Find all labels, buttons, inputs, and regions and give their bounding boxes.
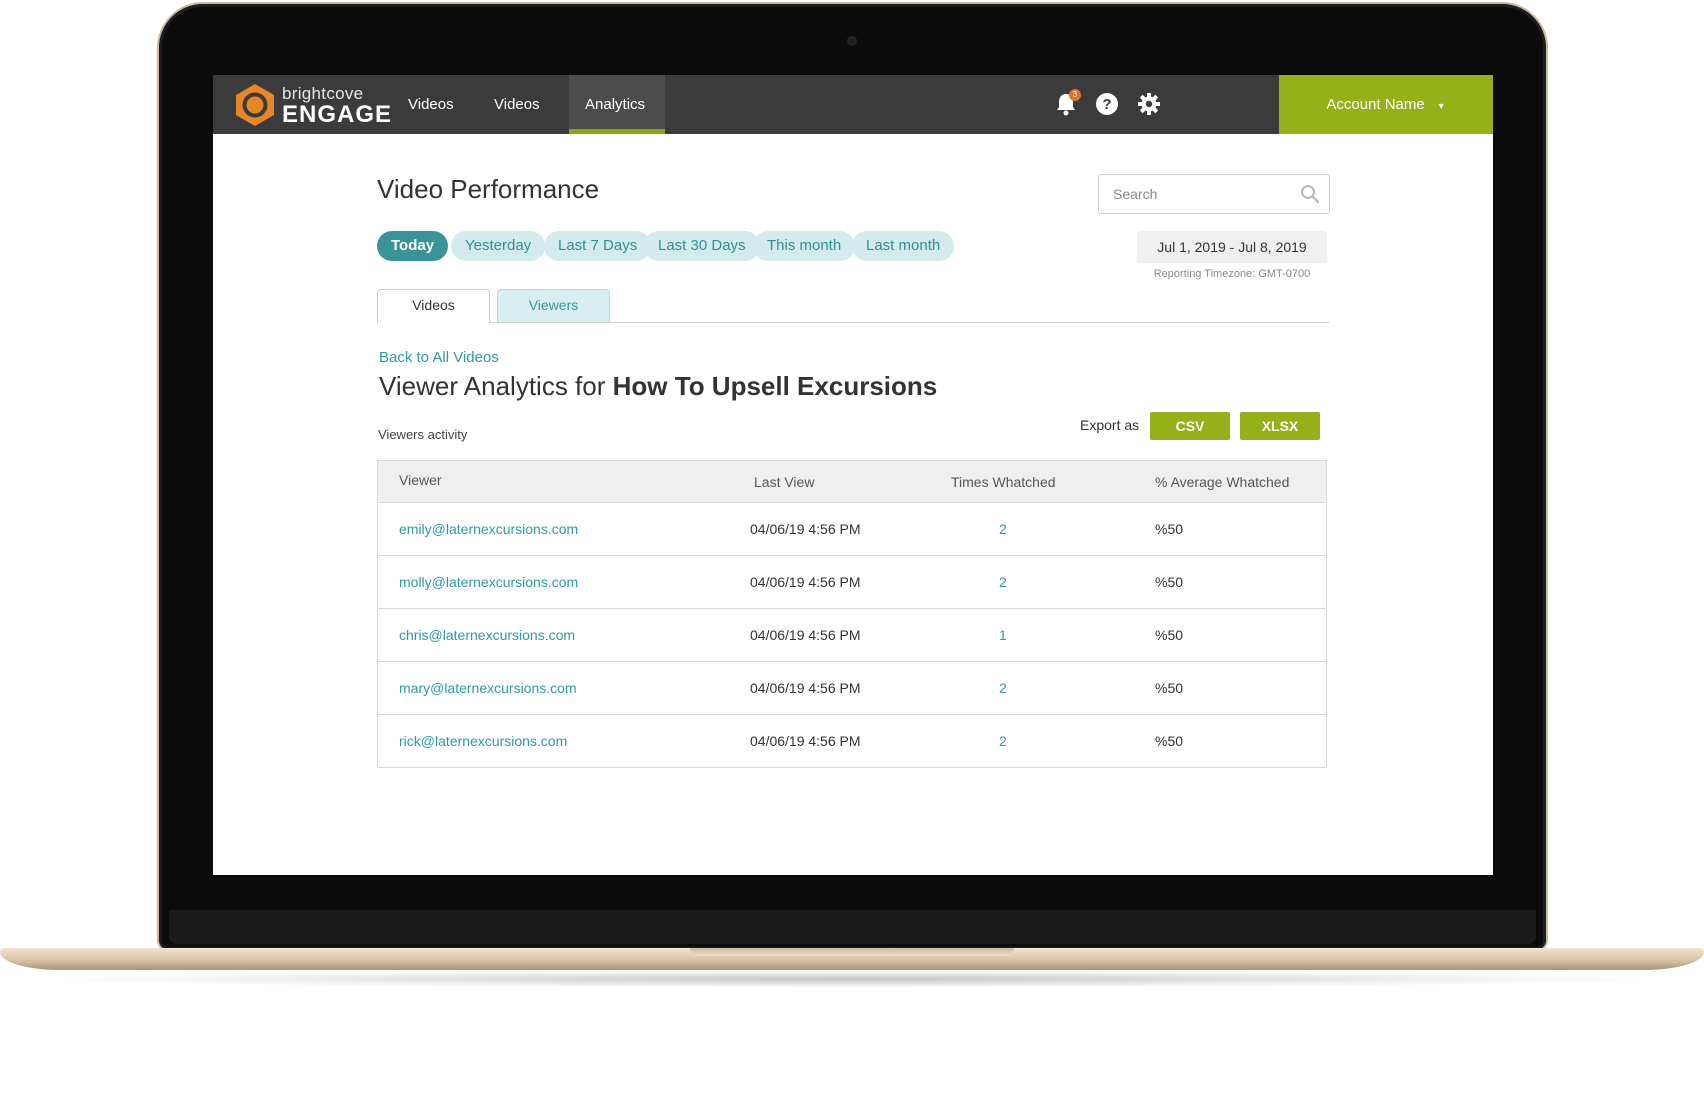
times-watched-link[interactable]: 2 (999, 574, 1007, 590)
viewer-analytics-heading: Viewer Analytics for How To Upsell Excur… (379, 371, 937, 402)
nav-item-analytics[interactable]: Analytics (569, 75, 665, 134)
table-row: mary@laternexcursions.com 04/06/19 4:56 … (378, 662, 1326, 715)
table-row: molly@laternexcursions.com 04/06/19 4:56… (378, 556, 1326, 609)
tab-viewers[interactable]: Viewers (497, 289, 610, 322)
filter-yesterday[interactable]: Yesterday (451, 231, 546, 261)
brightcove-engage-logo[interactable]: brightcove ENGAGE (233, 82, 393, 128)
top-navbar: brightcove ENGAGE Videos Videos Analytic… (213, 75, 1493, 134)
viewer-heading-prefix: Viewer Analytics for (379, 371, 606, 401)
search-icon[interactable] (1300, 184, 1320, 204)
page-title: Video Performance (377, 174, 600, 204)
account-name-label: Account Name (1326, 96, 1425, 113)
average-watched-value: %50 (1155, 521, 1184, 537)
laptop-shadow (40, 970, 1664, 988)
average-watched-value: %50 (1155, 733, 1184, 749)
column-header-viewer[interactable]: Viewer (399, 472, 442, 488)
viewer-email-link[interactable]: emily@laternexcursions.com (399, 521, 578, 537)
viewer-email-link[interactable]: rick@laternexcursions.com (399, 733, 567, 749)
filter-last-7-days[interactable]: Last 7 Days (544, 231, 652, 261)
table-row: emily@laternexcursions.com 04/06/19 4:56… (378, 503, 1326, 556)
times-watched-link[interactable]: 1 (999, 627, 1007, 643)
tab-videos[interactable]: Videos (377, 289, 490, 323)
search-box[interactable] (1098, 174, 1330, 214)
viewer-email-link[interactable]: molly@laternexcursions.com (399, 574, 578, 590)
filter-last-month[interactable]: Last month (852, 231, 955, 261)
gear-icon (1138, 93, 1160, 115)
times-watched-link[interactable]: 2 (999, 733, 1007, 749)
back-to-all-videos-link[interactable]: Back to All Videos (379, 349, 499, 366)
last-view-value: 04/06/19 4:56 PM (750, 574, 861, 590)
times-watched-link[interactable]: 2 (999, 521, 1007, 537)
date-range-picker[interactable]: Jul 1, 2019 - Jul 8, 2019 (1137, 231, 1327, 263)
last-view-value: 04/06/19 4:56 PM (750, 680, 861, 696)
viewers-table: Viewer Last View Times Whatched % Averag… (377, 460, 1327, 768)
svg-text:?: ? (1102, 96, 1111, 113)
viewer-email-link[interactable]: mary@laternexcursions.com (399, 680, 577, 696)
times-watched-link[interactable]: 2 (999, 680, 1007, 696)
export-xlsx-button[interactable]: XLSX (1240, 412, 1320, 440)
table-row: chris@laternexcursions.com 04/06/19 4:56… (378, 609, 1326, 662)
viewer-heading-video-title: How To Upsell Excursions (612, 371, 938, 401)
viewer-email-link[interactable]: chris@laternexcursions.com (399, 627, 575, 643)
column-header-average-watched[interactable]: % Average Whatched (1155, 474, 1289, 490)
average-watched-value: %50 (1155, 680, 1184, 696)
filter-this-month[interactable]: This month (753, 231, 856, 261)
logo-text-engage: ENGAGE (282, 101, 393, 128)
nav-item-videos-1[interactable]: Videos (392, 75, 470, 134)
last-view-value: 04/06/19 4:56 PM (750, 627, 861, 643)
column-header-last-view[interactable]: Last View (754, 474, 814, 490)
search-input[interactable] (1111, 183, 1295, 205)
viewers-activity-label: Viewers activity (378, 427, 468, 442)
average-watched-value: %50 (1155, 627, 1184, 643)
notifications-button[interactable]: 3 (1054, 89, 1081, 117)
table-row: rick@laternexcursions.com 04/06/19 4:56 … (378, 715, 1326, 767)
export-as-label: Export as (1080, 417, 1140, 433)
webcam (847, 36, 857, 46)
hexagon-logo-icon (236, 84, 274, 126)
column-header-times-watched[interactable]: Times Whatched (951, 474, 1056, 490)
chevron-down-icon: ▼ (1436, 101, 1446, 111)
settings-button[interactable] (1136, 91, 1162, 117)
help-icon: ? (1096, 93, 1118, 115)
account-menu-button[interactable]: Account Name ▼ (1279, 75, 1493, 134)
reporting-timezone: Reporting Timezone: GMT-0700 (1153, 268, 1311, 280)
table-header: Viewer Last View Times Whatched % Averag… (378, 461, 1326, 503)
filter-last-30-days[interactable]: Last 30 Days (644, 231, 760, 261)
nav-item-videos-2[interactable]: Videos (478, 75, 556, 134)
laptop-base-notch (690, 948, 1014, 956)
notification-count-badge: 3 (1069, 89, 1081, 101)
laptop-bottom-bezel (169, 910, 1536, 944)
tabs-divider (377, 322, 1329, 323)
app-screen: brightcove ENGAGE Videos Videos Analytic… (213, 75, 1493, 875)
average-watched-value: %50 (1155, 574, 1184, 590)
last-view-value: 04/06/19 4:56 PM (750, 521, 861, 537)
last-view-value: 04/06/19 4:56 PM (750, 733, 861, 749)
filter-today[interactable]: Today (377, 231, 449, 261)
help-button[interactable]: ? (1094, 91, 1120, 117)
export-csv-button[interactable]: CSV (1150, 412, 1230, 440)
